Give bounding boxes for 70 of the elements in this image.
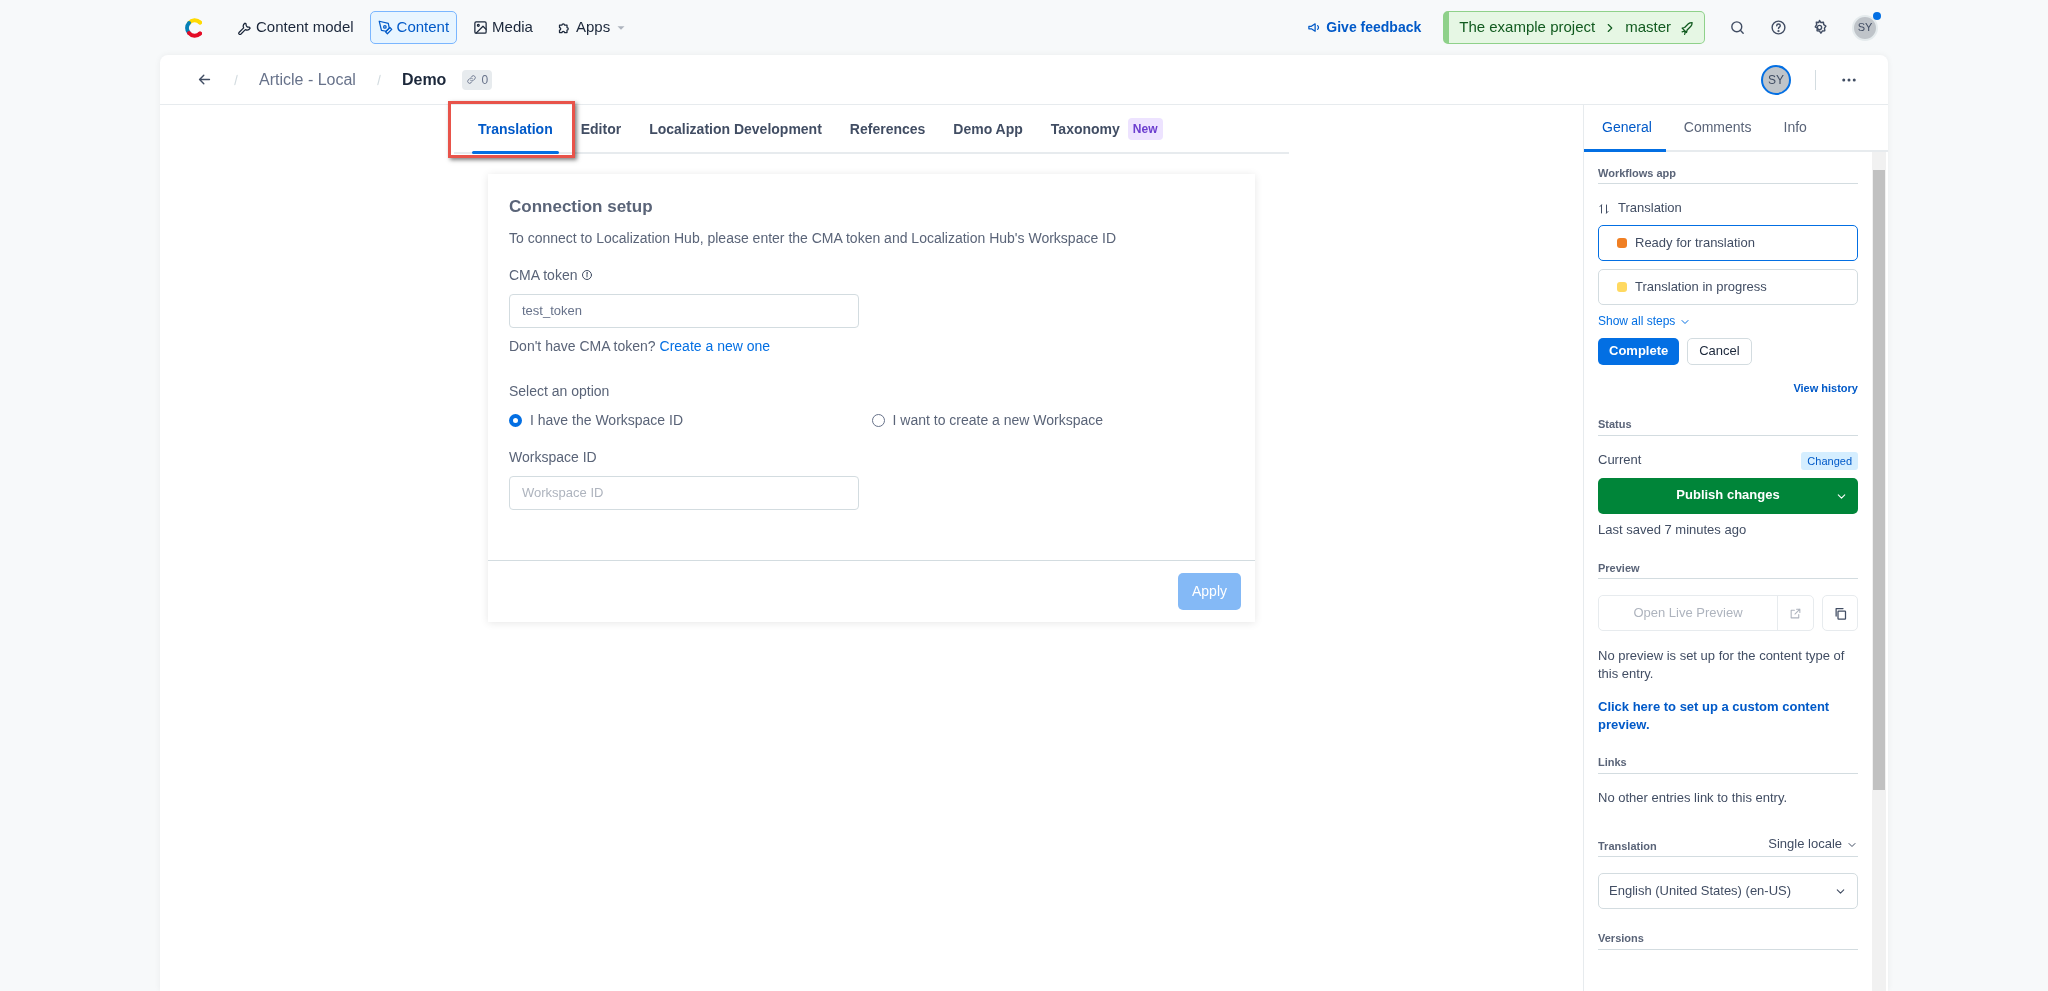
user-avatar[interactable]: SY [1852, 14, 1878, 41]
feedback-link[interactable]: Give feedback [1301, 16, 1428, 39]
preview-note: No preview is set up for the content type of this entry. [1598, 647, 1846, 683]
section-heading: Preview [1598, 560, 1858, 580]
view-history-link[interactable]: View history [1793, 380, 1858, 396]
section-heading: Workflows app [1598, 166, 1858, 185]
hint-text: Don't have CMA token? Create a new one [509, 336, 772, 356]
nav-tab[interactable]: Content [369, 11, 458, 44]
editor-tab[interactable]: Localization Development [635, 105, 836, 152]
custom-preview-link[interactable]: Click here to set up a custom content preview. [1598, 698, 1858, 734]
card-title: Connection setup [509, 196, 654, 218]
section-heading: Translation [1598, 839, 1657, 854]
editor-tab[interactable]: Demo App [939, 105, 1037, 152]
workflow-step[interactable]: Translation in progress [1598, 269, 1858, 306]
create-token-link[interactable]: Create a new one [659, 337, 771, 354]
help-icon[interactable] [1770, 19, 1787, 36]
search-icon[interactable] [1729, 19, 1746, 36]
sidebar-tab[interactable]: Info [1765, 105, 1821, 150]
nav-tab[interactable]: Media [465, 11, 541, 44]
description-text: To connect to Localization Hub, please enter the CMA token and Localization Hub's Workspace ID [509, 228, 1118, 248]
new-badge: New [1127, 118, 1163, 140]
workflow-name: Translation [1618, 200, 1682, 218]
publish-button[interactable]: Publish changes [1598, 477, 1858, 514]
complete-button[interactable]: Complete [1598, 338, 1680, 365]
editor-tab[interactable]: Translation [464, 105, 567, 152]
external-link-icon [1789, 606, 1802, 620]
breadcrumb-link[interactable]: Article - Local [259, 67, 356, 92]
puzzle-icon [556, 20, 572, 35]
show-all-steps-link[interactable]: Show all steps [1598, 314, 1692, 330]
radio-button[interactable] [509, 413, 522, 427]
locale-select[interactable]: English (United States) (en-US) [1598, 873, 1858, 910]
field-label: Workspace ID [509, 447, 598, 467]
copy-button[interactable] [1822, 595, 1858, 632]
links-text: No other entries link to this entry. [1598, 789, 1789, 807]
workflow-step[interactable]: Ready for translation [1598, 225, 1858, 262]
option-label: I want to create a new Workspace [892, 410, 1104, 430]
section-heading: Links [1598, 755, 1858, 774]
entry-title: Demo [401, 69, 447, 90]
wrench-icon [237, 20, 252, 35]
nav-tab[interactable]: Apps [548, 11, 637, 44]
workspace-input[interactable]: Workspace ID [509, 475, 859, 510]
sidebar-tab[interactable]: Comments [1665, 105, 1766, 150]
section-heading: Versions [1598, 931, 1858, 950]
scrollbar[interactable] [1872, 152, 1886, 991]
option-label: I have the Workspace ID [530, 410, 684, 430]
user-avatar: SY [1761, 64, 1791, 95]
workflow-icon [1598, 202, 1610, 215]
rocket-icon [1679, 20, 1694, 35]
image-icon [473, 20, 489, 35]
links-count: 0 [462, 69, 493, 90]
status-badge: Changed [1801, 451, 1858, 470]
field-label: Select an option [509, 381, 611, 401]
last-saved-text: Last saved 7 minutes ago [1598, 521, 1748, 539]
editor-tab[interactable]: References [835, 105, 940, 152]
copy-icon [1832, 605, 1848, 621]
sidebar-tab[interactable]: General [1584, 105, 1666, 150]
status-label: Current [1598, 452, 1642, 470]
section-heading: Status [1598, 417, 1858, 436]
nav-tab[interactable]: Content model [229, 11, 362, 44]
link-icon [466, 74, 478, 85]
pen-icon [377, 20, 393, 35]
scrollbar-thumb[interactable] [1873, 170, 1885, 790]
project-environment-button[interactable]: The example project master [1443, 11, 1705, 44]
cancel-button[interactable]: Cancel [1687, 338, 1752, 365]
field-label: CMA token [509, 265, 578, 285]
locale-mode-dropdown[interactable]: Single locale [1768, 836, 1858, 854]
editor-tab[interactable]: Editor [566, 105, 636, 152]
editor-tab[interactable]: Taxonomy New [1036, 105, 1177, 152]
info-icon [581, 269, 594, 281]
token-input[interactable]: test_token [509, 293, 859, 328]
